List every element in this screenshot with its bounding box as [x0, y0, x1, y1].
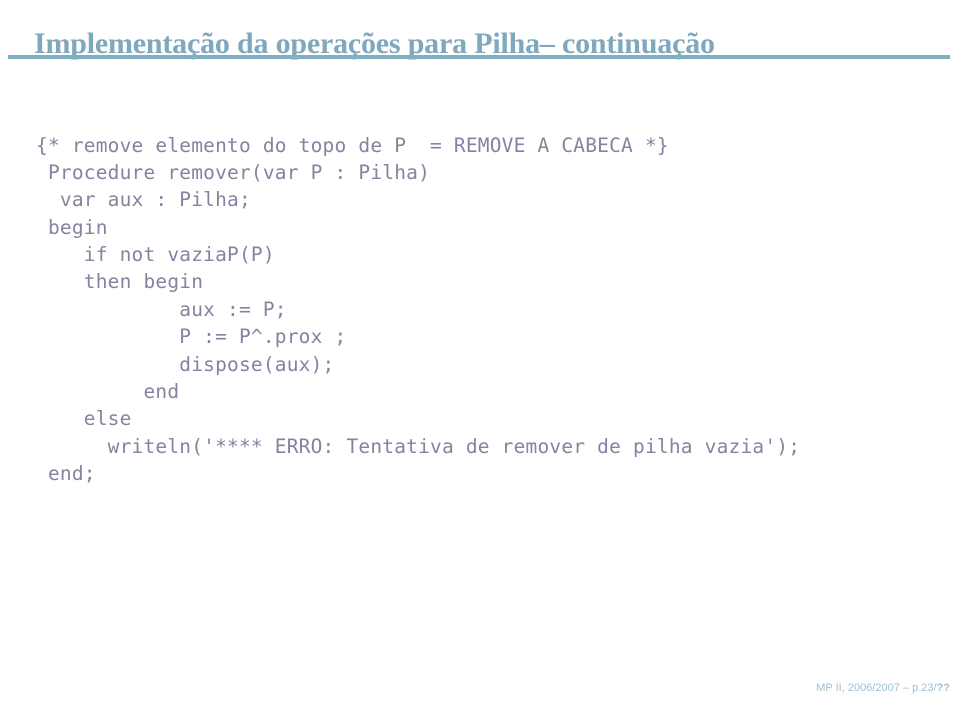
- title-divider: [8, 55, 950, 59]
- code-line: Procedure remover(var P : Pilha): [36, 160, 431, 184]
- code-line: else: [36, 407, 132, 431]
- code-line: writeln('**** ERRO: Tentativa de remover…: [36, 434, 801, 458]
- slide-footer: MP II, 2006/2007 – p.23/??: [816, 681, 950, 695]
- footer-page-total: ??: [936, 682, 950, 694]
- code-line: then begin: [36, 270, 204, 294]
- code-line: aux := P;: [36, 297, 287, 321]
- code-line: if not vaziaP(P): [36, 243, 275, 267]
- code-line: P := P^.prox ;: [36, 325, 347, 349]
- slide-canvas: Implementação da operações para Pilha– c…: [0, 0, 960, 701]
- code-line: {* remove elemento do topo de P = REMOVE…: [36, 133, 669, 157]
- footer-page-label: p.23/: [912, 682, 937, 694]
- code-listing: {* remove elemento do topo de P = REMOVE…: [36, 132, 800, 488]
- code-line: dispose(aux);: [36, 352, 335, 376]
- footer-course: MP II, 2006/2007: [816, 682, 900, 694]
- code-line: var aux : Pilha;: [36, 188, 251, 212]
- code-line: end;: [36, 462, 96, 486]
- footer-separator: –: [899, 682, 913, 694]
- code-line: end: [36, 380, 180, 404]
- code-line: begin: [36, 215, 108, 239]
